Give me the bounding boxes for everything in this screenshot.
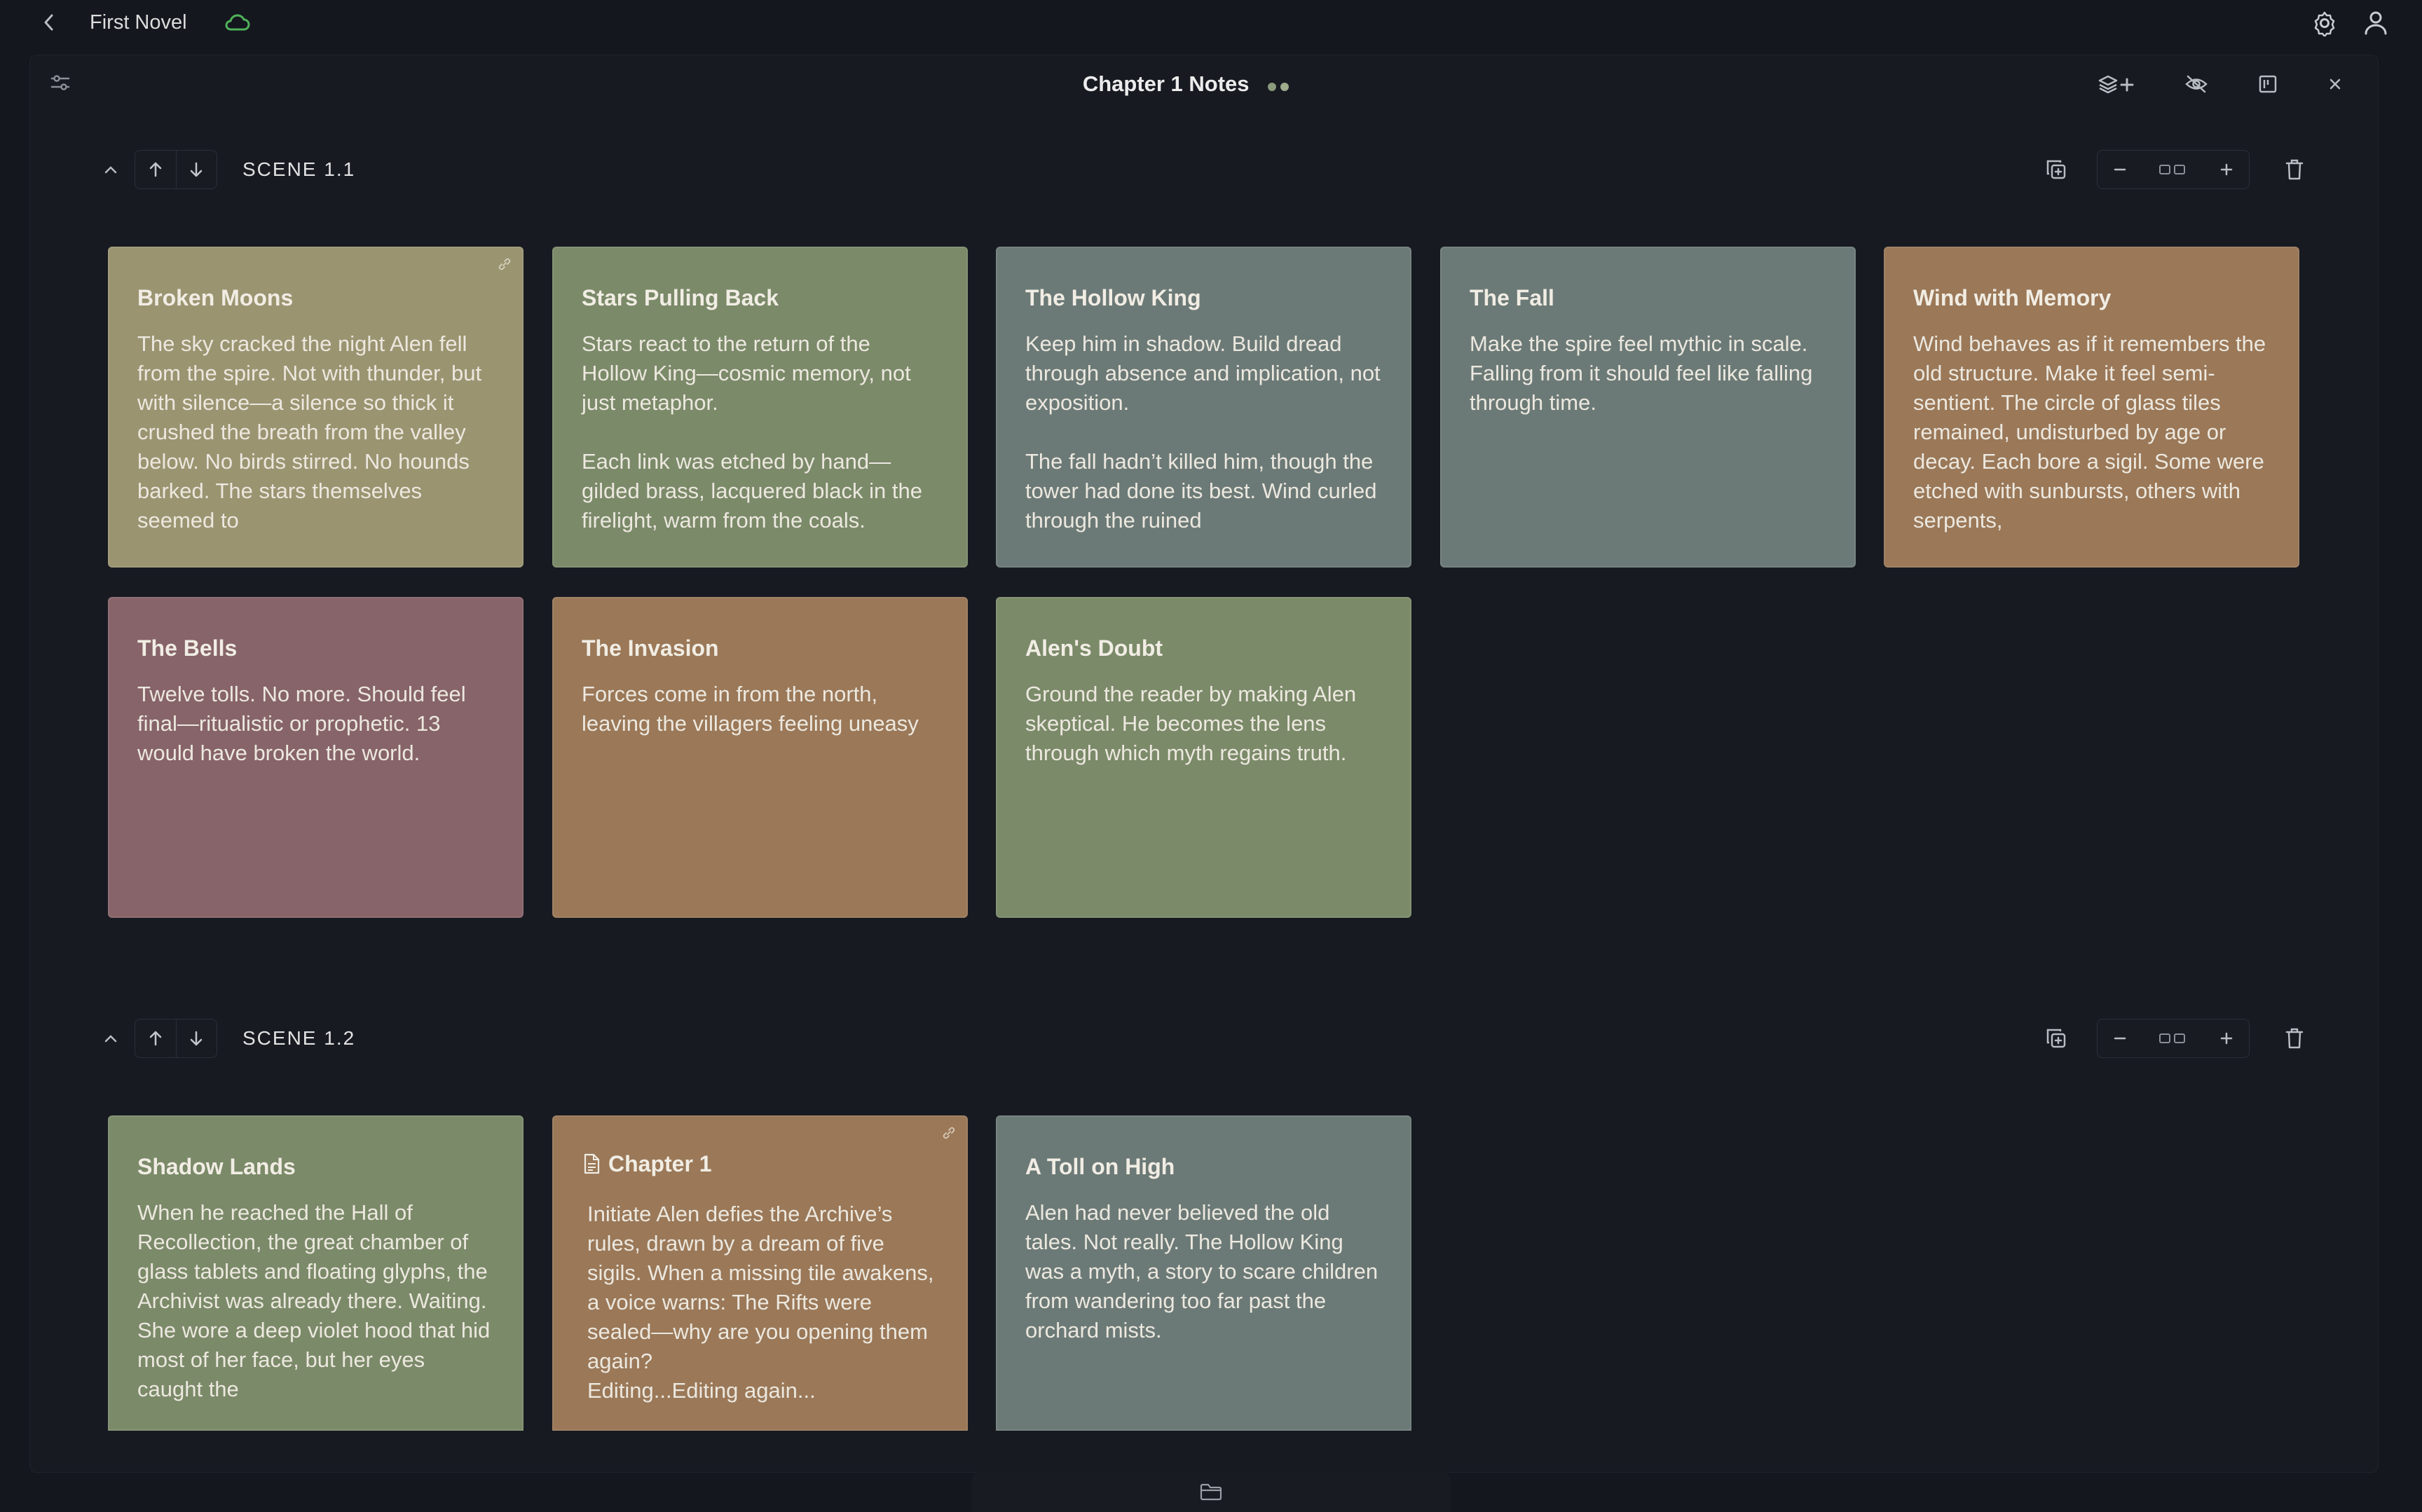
link-icon	[497, 256, 512, 272]
note-card[interactable]: The Bells Twelve tolls. No more. Should …	[108, 597, 524, 918]
collapse-chevron-icon[interactable]	[97, 156, 125, 184]
card-title: Alen's Doubt	[1025, 635, 1163, 661]
grid-columns-icon	[2156, 1024, 2190, 1052]
card-title: Wind with Memory	[1913, 285, 2112, 310]
scene-label[interactable]: SCENE 1.2	[242, 1023, 355, 1054]
card-title: The Fall	[1470, 285, 1554, 310]
document-title-row: Chapter 1 Notes	[771, 69, 1605, 101]
move-up-arrow-icon[interactable]	[135, 151, 177, 188]
card-body: When he reached the Hall of Recollection…	[137, 1200, 496, 1401]
note-card[interactable]: The Invasion Forces come in from the nor…	[552, 597, 968, 918]
zoom-out-minus-icon[interactable]	[2106, 1024, 2134, 1052]
zoom-in-plus-icon[interactable]	[2212, 156, 2240, 184]
note-card[interactable]: Alen's Doubt Ground the reader by making…	[996, 597, 1411, 918]
card-body: Twelve tolls. No more. Should feel final…	[137, 682, 472, 765]
note-card[interactable]: Broken Moons The sky cracked the night A…	[108, 247, 524, 568]
cloud-sync-icon	[223, 13, 251, 34]
card-title: The Hollow King	[1025, 285, 1201, 310]
card-title-row: Chapter 1	[582, 1148, 938, 1180]
add-layer-icon[interactable]	[2095, 70, 2140, 98]
card-title: The Bells	[137, 635, 238, 661]
note-card[interactable]: Wind with Memory Wind behaves as if it r…	[1884, 247, 2299, 568]
app-top-bar: First Novel	[0, 0, 2422, 45]
note-card[interactable]: A Toll on High Alen had never believed t…	[996, 1115, 1411, 1431]
scene-header: SCENE 1.1	[91, 150, 2320, 189]
scene-header: SCENE 1.2	[91, 1019, 2320, 1058]
project-title[interactable]: First Novel	[90, 8, 187, 36]
settings-gear-icon[interactable]	[2311, 10, 2338, 36]
zoom-out-minus-icon[interactable]	[2106, 156, 2134, 184]
move-down-arrow-icon[interactable]	[177, 151, 217, 188]
reorder-controls	[135, 150, 217, 189]
delete-trash-icon[interactable]	[2279, 154, 2310, 185]
card-title: Chapter 1	[608, 1151, 712, 1176]
document-icon	[584, 1153, 600, 1174]
note-card[interactable]: The Hollow King Keep him in shadow. Buil…	[996, 247, 1411, 568]
card-title: A Toll on High	[1025, 1154, 1175, 1179]
delete-trash-icon[interactable]	[2279, 1023, 2310, 1054]
card-title: The Invasion	[582, 635, 719, 661]
grid-columns-icon	[2156, 156, 2190, 184]
card-body: Initiate Alen defies the Archive’s rules…	[587, 1202, 934, 1403]
card-body: Stars react to the return of the Hollow …	[582, 331, 922, 532]
filter-sliders-icon[interactable]	[48, 70, 73, 95]
card-size-control	[2097, 150, 2250, 189]
reorder-controls	[135, 1019, 217, 1058]
duplicate-scene-icon[interactable]	[2041, 1023, 2072, 1054]
card-title: Shadow Lands	[137, 1154, 296, 1179]
note-card[interactable]: Chapter 1 Initiate Alen defies the Archi…	[552, 1115, 968, 1431]
note-card[interactable]: The Fall Make the spire feel mythic in s…	[1440, 247, 1856, 568]
close-icon[interactable]	[2321, 70, 2349, 98]
folder-icon[interactable]	[1199, 1482, 1223, 1501]
card-body: Forces come in from the north, leaving t…	[582, 682, 919, 736]
note-card[interactable]: Shadow Lands When he reached the Hall of…	[108, 1115, 524, 1431]
card-title: Stars Pulling Back	[582, 285, 779, 310]
status-dots	[1268, 70, 1293, 101]
card-body: Ground the reader by making Alen skeptic…	[1025, 682, 1362, 765]
card-body: The sky cracked the night Alen fell from…	[137, 331, 488, 532]
move-up-arrow-icon[interactable]	[135, 1019, 177, 1057]
back-chevron-icon[interactable]	[35, 8, 63, 36]
status-dot	[1280, 82, 1289, 91]
card-title: Broken Moons	[137, 285, 294, 310]
collapse-chevron-icon[interactable]	[97, 1024, 125, 1052]
card-body: Make the spire feel mythic in scale. Fal…	[1470, 331, 1819, 415]
bottom-toolbar	[971, 1471, 1451, 1512]
card-body: Alen had never believed the old tales. N…	[1025, 1200, 1384, 1342]
link-icon	[941, 1125, 957, 1141]
document-title[interactable]: Chapter 1 Notes	[1083, 71, 1250, 96]
card-body: Keep him in shadow. Build dread through …	[1025, 331, 1381, 532]
zoom-in-plus-icon[interactable]	[2212, 1024, 2240, 1052]
user-account-icon[interactable]	[2362, 8, 2390, 36]
note-card[interactable]: Stars Pulling Back Stars react to the re…	[552, 247, 968, 568]
eye-off-icon[interactable]	[2182, 70, 2210, 98]
scene-label[interactable]: SCENE 1.1	[242, 154, 355, 185]
duplicate-scene-icon[interactable]	[2041, 154, 2072, 185]
move-down-arrow-icon[interactable]	[177, 1019, 217, 1057]
status-dot	[1268, 82, 1277, 91]
layout-panel-icon[interactable]	[2254, 70, 2282, 98]
card-size-control	[2097, 1019, 2250, 1058]
card-body: Wind behaves as if it remembers the old …	[1913, 331, 2272, 532]
